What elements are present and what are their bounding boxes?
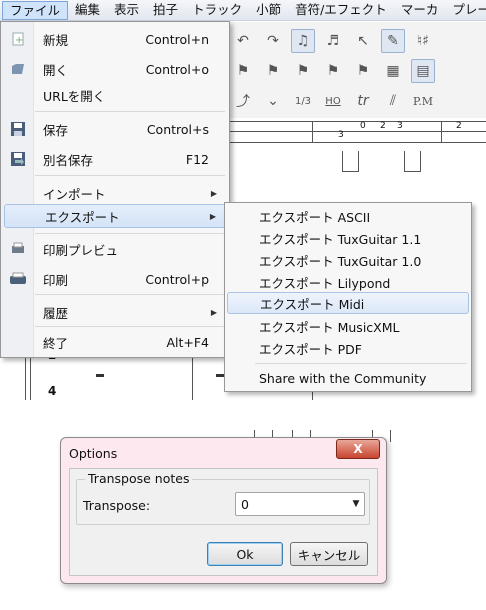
export-tuxguitar-1-1[interactable]: エクスポート TuxGuitar 1.1 [227,227,467,249]
export-submenu: エクスポート ASCII エクスポート TuxGuitar 1.1 エクスポート… [224,202,472,392]
dialog-body: Transpose notes Transpose: 0 ▼ Ok キャンセル [69,468,378,576]
select-mode-icon[interactable]: ↖ [351,29,375,53]
repeat-open-icon[interactable]: ⚑ [231,59,255,83]
chord-icon[interactable]: ▦ [381,59,405,83]
export-pdf[interactable]: エクスポート PDF [227,337,467,359]
tab-number: 3 [338,130,344,140]
menu-view[interactable]: 表示 [107,0,146,20]
marker-icon[interactable]: ⚑ [321,59,345,83]
export-musicxml[interactable]: エクスポート MusicXML [227,315,467,337]
natural-sharp-icon[interactable]: ♮♯ [411,29,435,53]
options-dialog: Options X Transpose notes Transpose: 0 ▼… [60,437,387,584]
print-icon [3,272,33,286]
menu-item-import[interactable]: インポート ▶ [3,181,227,205]
menu-player[interactable]: プレー [445,0,486,20]
export-lilypond[interactable]: エクスポート Lilypond [227,271,467,293]
submenu-arrow-icon: ▶ [209,211,216,221]
dialog-title: Options [69,446,118,461]
cancel-button[interactable]: キャンセル [290,542,368,566]
menu-file[interactable]: ファイル [2,0,69,20]
tab-number: 0 [360,121,366,131]
tremolo-icon[interactable]: ⫽ [381,89,405,113]
flag-icon[interactable]: ⚑ [351,59,375,83]
chevron-down-icon: ▼ [352,499,360,509]
share-with-community[interactable]: Share with the Community [227,367,467,389]
rest-symbol [96,374,104,377]
alternate-ending-icon[interactable]: ⚑ [291,59,315,83]
hammer-on-button[interactable]: HO [321,89,345,113]
submenu-arrow-icon: ▶ [210,188,217,198]
tab-number: 3 [397,121,403,131]
tab-number: 2 [456,121,462,131]
transpose-label: Transpose: [83,498,151,513]
rest-symbol [216,374,224,377]
save-icon [3,121,33,137]
palm-mute-button[interactable]: P.M [411,89,435,113]
menu-item-print[interactable]: 印刷 Control+p [3,267,227,291]
export-tuxguitar-1-0[interactable]: エクスポート TuxGuitar 1.0 [227,249,467,271]
menu-track[interactable]: トラック [185,0,249,20]
toolbar: ↶ ↷ ♫ ♬ ↖ ✎ ♮♯ ⚑ ⚑ ⚑ ⚑ ⚑ ▦ ▤ ⤴ ⌄ 1/3 HO … [228,22,486,118]
print-preview-icon [3,242,33,256]
note-mode-icon[interactable]: ♫ [291,29,315,53]
ok-button[interactable]: Ok [207,542,283,566]
submenu-arrow-icon: ▶ [210,307,217,317]
open-folder-icon [3,62,33,76]
save-as-icon [3,151,33,167]
measure-number: 4 [48,384,57,398]
trill-button[interactable]: tr [351,89,375,113]
menu-item-open-url[interactable]: URLを開く [3,83,227,107]
close-button[interactable]: X [336,439,380,459]
close-icon: X [353,442,363,456]
menu-item-exit[interactable]: 終了 Alt+F4 [3,330,227,354]
menu-item-print-preview[interactable]: 印刷プレビュ [3,237,227,261]
transpose-group: Transpose notes Transpose: 0 ▼ [76,471,370,525]
export-ascii[interactable]: エクスポート ASCII [227,205,467,227]
triplet-button[interactable]: 1/3 [291,89,315,113]
menu-bar: ファイル 編集 表示 拍子 トラック 小節 音符/エフェクト マーカ プレー [0,0,486,21]
edit-mode-icon[interactable]: ✎ [381,29,405,53]
slide-icon[interactable]: ⌄ [261,89,285,113]
export-midi[interactable]: エクスポート Midi [227,292,469,314]
svg-text:+: + [15,35,23,46]
bend-icon[interactable]: ⤴ [231,89,255,113]
menu-item-open[interactable]: 開く Control+o [3,57,227,81]
redo-icon[interactable]: ↷ [261,29,285,53]
transpose-select[interactable]: 0 ▼ [235,492,365,516]
menu-marker[interactable]: マーカ [394,0,446,20]
new-file-icon: + [3,32,33,46]
undo-icon[interactable]: ↶ [231,29,255,53]
menu-item-save[interactable]: 保存 Control+s [3,117,227,141]
menu-composition[interactable]: 拍子 [146,0,185,20]
menu-edit[interactable]: 編集 [68,0,107,20]
menu-item-history[interactable]: 履歴 ▶ [3,300,227,324]
group-title: Transpose notes [85,471,193,486]
tab-number: 2 [380,121,386,131]
menu-note-effect[interactable]: 音符/エフェクト [288,0,394,20]
menu-item-save-as[interactable]: 別名保存 F12 [3,147,227,171]
menu-item-new[interactable]: + 新規 Control+n [3,27,227,51]
menu-measure[interactable]: 小節 [249,0,288,20]
file-menu: + 新規 Control+n 開く Control+o URLを開く 保存 Co… [0,21,230,358]
menu-item-export[interactable]: エクスポート ▶ [4,204,227,228]
text-icon[interactable]: ▤ [411,59,435,83]
voice-icon[interactable]: ♬ [321,29,345,53]
repeat-close-icon[interactable]: ⚑ [261,59,285,83]
